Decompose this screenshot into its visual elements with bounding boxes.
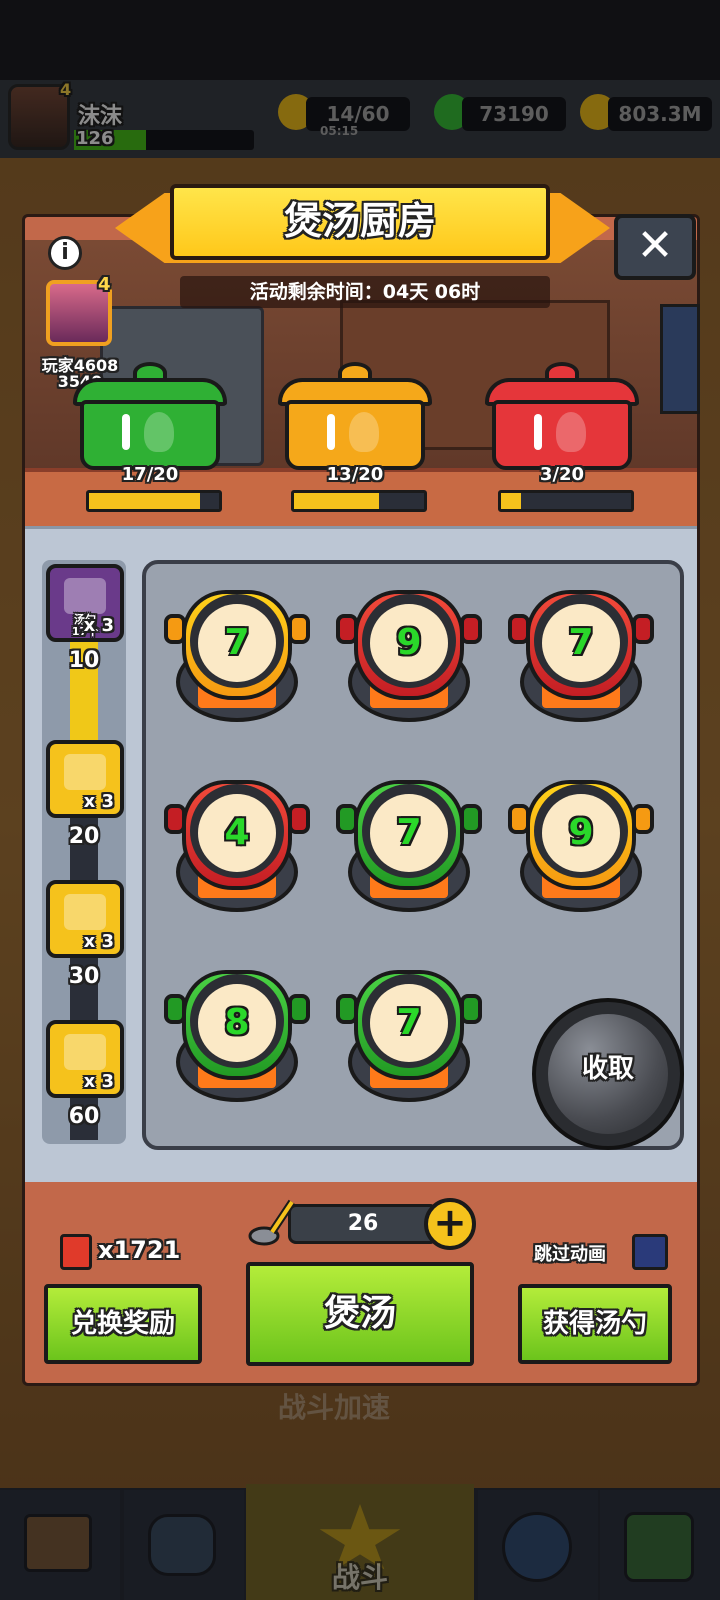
pot-number: 8 xyxy=(224,1002,250,1043)
ladle-icon xyxy=(248,1199,296,1246)
reward-requirement: 10 xyxy=(68,648,100,673)
pot-number: 7 xyxy=(396,812,422,853)
ladle-icon xyxy=(64,578,106,614)
add-ladle-button[interactable]: + xyxy=(424,1198,476,1250)
ticket-count: x1721 xyxy=(98,1236,181,1264)
info-icon[interactable]: i xyxy=(48,236,82,270)
top-pot-progress-fill xyxy=(294,493,379,509)
soup-pot[interactable]: 9 xyxy=(334,570,484,740)
reward-qty: x 3 xyxy=(83,791,114,812)
soup-pot[interactable]: 7 xyxy=(162,570,312,740)
gift-box-icon xyxy=(64,754,106,790)
reward-qty: x 3 xyxy=(83,615,114,636)
soup-pot[interactable]: 7 xyxy=(334,760,484,930)
soup-pot[interactable]: 7 xyxy=(334,950,484,1120)
top-pot-count: 13/20 xyxy=(326,464,384,485)
pot-number: 9 xyxy=(568,812,594,853)
collect-label: 收取 xyxy=(581,1054,634,1084)
top-pot-count: 17/20 xyxy=(121,464,179,485)
cook-soup-button[interactable]: 煲汤 xyxy=(246,1262,474,1366)
soup-pot[interactable]: 4 xyxy=(162,760,312,930)
reward-box[interactable]: x 3 xyxy=(46,740,124,818)
reward-requirement: 20 xyxy=(68,824,100,849)
top-pot-progress-fill xyxy=(501,493,521,509)
close-button[interactable]: ✕ xyxy=(614,214,696,280)
reward-box[interactable]: 汤勺 17个 x 3 xyxy=(46,564,124,642)
flame-icon xyxy=(144,412,174,452)
pot-shine xyxy=(534,414,542,450)
reward-qty: x 3 xyxy=(83,1071,114,1092)
soup-pot[interactable]: 9 xyxy=(506,760,656,930)
player-rank-badge: 4 xyxy=(98,274,111,295)
top-pot-count: 3/20 xyxy=(539,464,585,485)
soup-pot[interactable]: 7 xyxy=(506,570,656,740)
reward-requirement: 60 xyxy=(68,1104,100,1129)
exchange-rewards-button[interactable]: 兑换奖励 xyxy=(44,1284,202,1364)
pot-number: 7 xyxy=(396,1002,422,1043)
top-pot-progress xyxy=(86,490,222,512)
pot-body xyxy=(492,400,632,470)
event-timer: 活动剩余时间：04天 06时 xyxy=(180,276,550,308)
get-spoon-button[interactable]: 获得汤勺 xyxy=(518,1284,672,1364)
pot-number: 7 xyxy=(568,622,594,663)
reward-box[interactable]: x 3 xyxy=(46,1020,124,1098)
pot-shine xyxy=(327,414,335,450)
pot-number: 9 xyxy=(396,622,422,663)
kitchen-window xyxy=(660,304,700,414)
ladle-count: 26 xyxy=(288,1204,438,1244)
pot-number: 4 xyxy=(224,812,250,853)
pot-body xyxy=(285,400,425,470)
reward-requirement: 30 xyxy=(68,964,100,989)
treasure-chest-icon xyxy=(64,1034,106,1070)
reward-box[interactable]: x 3 xyxy=(46,880,124,958)
ticket-icon xyxy=(60,1234,92,1270)
modal-title: 煲汤厨房 xyxy=(283,199,436,243)
soup-pot[interactable]: 8 xyxy=(162,950,312,1120)
star-icon xyxy=(64,894,106,930)
flame-icon xyxy=(349,412,379,452)
pot-shine xyxy=(122,414,130,450)
top-pot-progress xyxy=(291,490,427,512)
skip-animation-label: 跳过动画 xyxy=(534,1244,606,1265)
pot-body xyxy=(80,400,220,470)
flame-icon xyxy=(556,412,586,452)
top-pot-progress-fill xyxy=(89,493,200,509)
skip-animation-checkbox[interactable] xyxy=(632,1234,668,1270)
pot-number: 7 xyxy=(224,622,250,663)
reward-qty: x 3 xyxy=(83,931,114,952)
top-pot-progress xyxy=(498,490,634,512)
